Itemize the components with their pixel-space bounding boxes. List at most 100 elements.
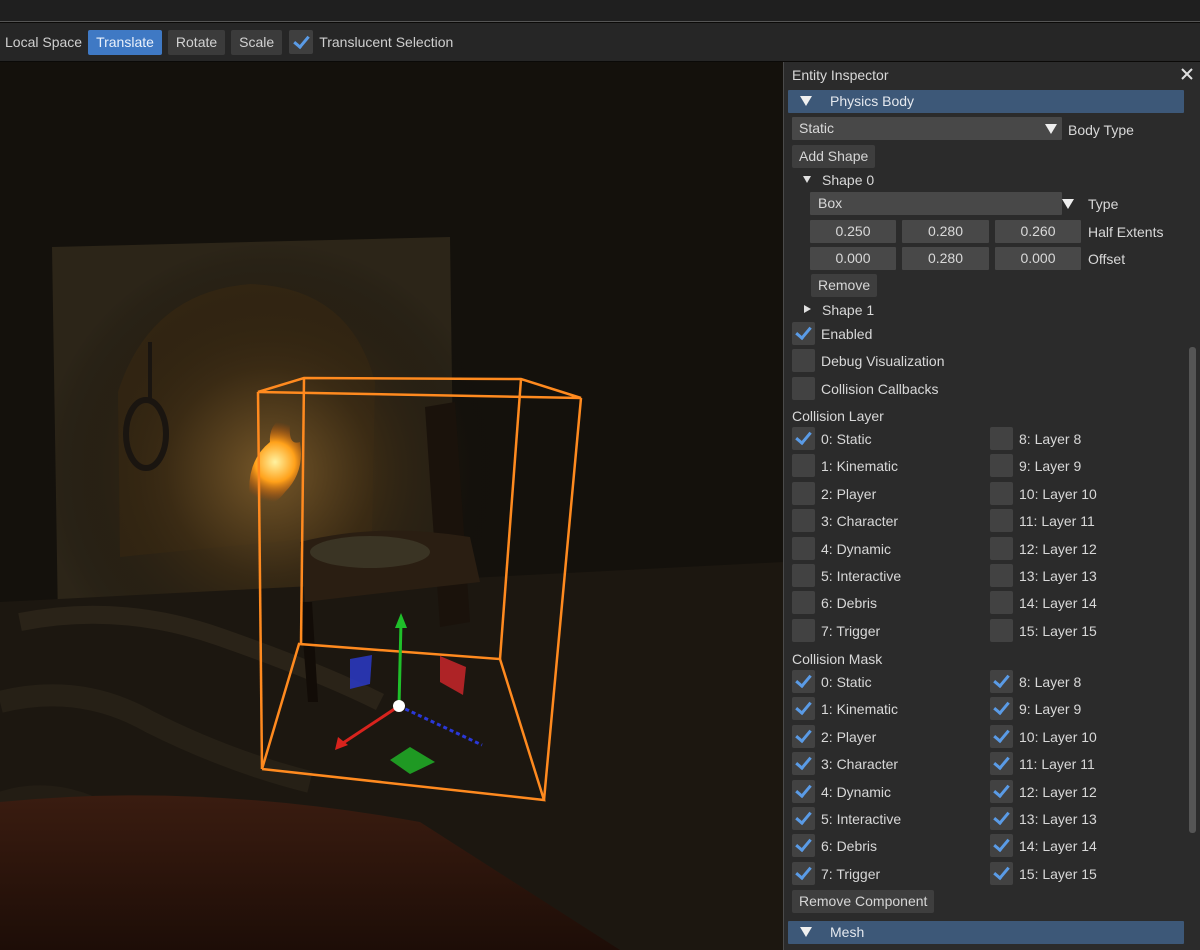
collision-mask-checkbox[interactable] [990,807,1013,830]
translate-button[interactable]: Translate [88,29,162,55]
collision-mask-checkbox[interactable] [792,807,815,830]
chevron-down-icon[interactable] [1062,199,1074,209]
collision-mask-checkbox[interactable] [990,834,1013,857]
half-extents-label: Half Extents [1088,224,1164,240]
collision-layer-label: 9: Layer 9 [1019,458,1082,474]
collision-mask-checkbox[interactable] [792,834,815,857]
collision-mask-checkbox[interactable] [990,670,1013,693]
debug-visualization-label: Debug Visualization [821,353,945,369]
collision-mask-checkbox[interactable] [990,752,1013,775]
physics-body-header-label: Physics Body [830,93,915,109]
expand-arrow-icon[interactable] [803,176,811,183]
entity-inspector-panel: Entity Inspector Physics Body Static Bod… [783,62,1200,950]
collapse-arrow-icon [800,927,812,937]
enabled-label: Enabled [821,326,873,342]
collision-layer-label: 6: Debris [821,595,878,611]
collision-layer-label: 10: Layer 10 [1019,486,1097,502]
collision-mask-checkbox[interactable] [792,780,815,803]
collision-layer-checkbox[interactable] [990,564,1013,587]
translucent-selection-checkbox[interactable] [289,30,314,54]
shape1-label[interactable]: Shape 1 [822,301,874,319]
collision-mask-label: 5: Interactive [821,811,902,827]
collision-layer-checkbox[interactable] [990,509,1013,532]
inspector-scrollbar[interactable] [1189,347,1196,833]
collision-mask-label: 10: Layer 10 [1019,729,1097,745]
half-extent-z-field[interactable]: 0.260 [995,220,1081,243]
collision-mask-label: 13: Layer 13 [1019,811,1097,827]
add-shape-button[interactable]: Add Shape [792,145,876,168]
collision-layer-checkbox[interactable] [792,427,815,450]
collision-layer-checkbox[interactable] [792,564,815,587]
collision-layer-checkbox[interactable] [792,537,815,560]
collision-mask-checkbox[interactable] [792,670,815,693]
collision-layer-checkbox[interactable] [792,619,815,642]
collapse-arrow-icon [800,96,812,106]
debug-visualization-checkbox[interactable] [792,349,815,372]
viewport-toolbar: Local Space Translate Rotate Scale Trans… [0,23,1200,61]
collision-layer-checkbox[interactable] [792,454,815,477]
collision-layer-checkbox[interactable] [990,482,1013,505]
expand-arrow-icon[interactable] [804,305,811,313]
remove-shape-button[interactable]: Remove [811,274,878,297]
collision-layer-label: 2: Player [821,486,877,502]
physics-body-header[interactable]: Physics Body [788,90,1184,113]
collision-mask-checkbox[interactable] [792,862,815,885]
collision-mask-label: 12: Layer 12 [1019,784,1097,800]
mesh-header[interactable]: Mesh [788,921,1184,944]
scene-viewport[interactable] [0,62,783,950]
collision-callbacks-label: Collision Callbacks [821,381,939,397]
panel-title: Entity Inspector [792,67,889,83]
translucent-selection-label: Translucent Selection [319,34,454,50]
shape-type-select[interactable]: Box [810,192,1062,215]
collision-layer-label: 14: Layer 14 [1019,595,1097,611]
collision-layer-label: 8: Layer 8 [1019,431,1082,447]
collision-mask-checkbox[interactable] [792,752,815,775]
collision-layer-checkbox[interactable] [792,509,815,532]
collision-layer-checkbox[interactable] [792,591,815,614]
collision-layer-label: 11: Layer 11 [1019,513,1095,529]
offset-x-field[interactable]: 0.000 [810,247,896,270]
remove-component-button[interactable]: Remove Component [792,890,935,913]
collision-mask-checkbox[interactable] [990,725,1013,748]
collision-layer-checkbox[interactable] [990,619,1013,642]
collision-layer-checkbox[interactable] [990,537,1013,560]
collision-mask-checkbox[interactable] [990,862,1013,885]
offset-y-field[interactable]: 0.280 [902,247,989,270]
collision-layer-checkbox[interactable] [792,482,815,505]
scale-button[interactable]: Scale [231,29,283,55]
menu-strip [0,0,1200,22]
collision-mask-label: 2: Player [821,729,877,745]
body-type-select[interactable]: Static [792,117,1062,140]
enabled-checkbox[interactable] [792,322,815,345]
collision-layer-checkbox[interactable] [990,427,1013,450]
collision-layer-checkbox[interactable] [990,454,1013,477]
body-type-label: Body Type [1068,122,1134,138]
collision-callbacks-checkbox[interactable] [792,377,815,400]
collision-mask-checkbox[interactable] [792,725,815,748]
collision-layer-checkbox[interactable] [990,591,1013,614]
collision-mask-checkbox[interactable] [990,697,1013,720]
collision-layer-label: 4: Dynamic [821,541,892,557]
shape0-label[interactable]: Shape 0 [822,171,874,189]
collision-mask-checkbox[interactable] [792,697,815,720]
half-extent-y-field[interactable]: 0.280 [902,220,989,243]
collision-mask-title: Collision Mask [792,651,883,667]
offset-label: Offset [1088,251,1126,267]
chevron-down-icon[interactable] [1045,124,1057,134]
local-space-toggle[interactable]: Local Space [5,34,82,50]
close-icon[interactable] [1179,66,1195,82]
collision-mask-checkbox[interactable] [990,780,1013,803]
offset-z-field[interactable]: 0.000 [995,247,1081,270]
collision-mask-label: 4: Dynamic [821,784,892,800]
collision-mask-label: 14: Layer 14 [1019,838,1097,854]
collision-mask-label: 1: Kinematic [821,701,899,717]
collision-layer-label: 13: Layer 13 [1019,568,1097,584]
collision-mask-label: 8: Layer 8 [1019,674,1082,690]
collision-layer-label: 3: Character [821,513,899,529]
collision-mask-label: 0: Static [821,674,872,690]
half-extent-x-field[interactable]: 0.250 [810,220,896,243]
rotate-button[interactable]: Rotate [167,29,226,55]
scene-render [0,62,783,950]
collision-layer-label: 12: Layer 12 [1019,541,1097,557]
collision-mask-label: 7: Trigger [821,866,881,882]
